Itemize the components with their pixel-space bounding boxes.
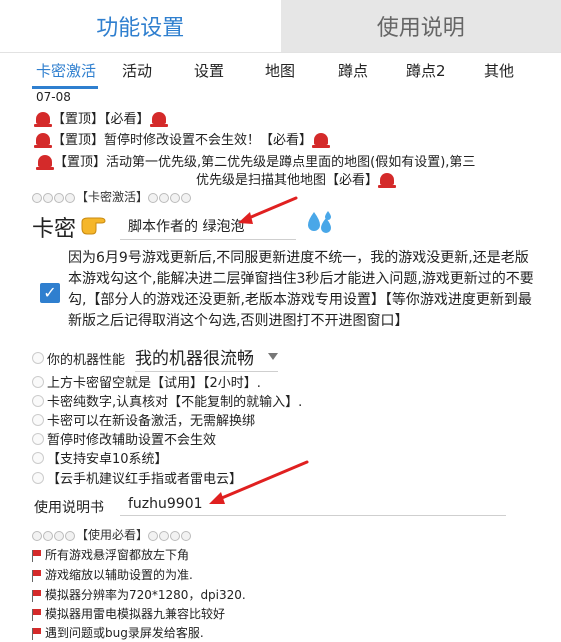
radio-icon <box>32 471 44 484</box>
performance-label: 你的机器性能 <box>47 352 126 368</box>
notice-text-3b: 优先级是扫描其他地图【必看】 <box>196 173 379 188</box>
tip-row: 卡密可以在新设备激活，无需解换绑 <box>32 410 255 429</box>
alarm-icon <box>312 133 331 148</box>
must-read-item: 遇到问题或bug录屏发给客服. <box>32 624 204 641</box>
notice-line-2: 【置顶】暂停时修改设置不会生效！【必看】 <box>34 129 331 148</box>
tip-row: 暂停时修改辅助设置不会生效 <box>32 429 216 448</box>
card-key-value: 脚本作者的 绿泡泡 <box>128 219 245 235</box>
tip-text: 卡密纯数字,认真核对【不能复制的就输入】. <box>47 395 303 410</box>
must-read-item: 所有游戏悬浮窗都放左下角 <box>32 546 189 563</box>
decor-dots-icon <box>32 529 76 543</box>
chevron-down-icon <box>268 353 279 360</box>
must-read-text: 所有游戏悬浮窗都放左下角 <box>45 548 190 562</box>
must-read-item: 模拟器分辨率为720*1280，dpi320. <box>32 586 246 603</box>
subtab-settings[interactable]: 设置 <box>194 60 224 81</box>
must-read-item: 模拟器用雷电模拟器九兼容比较好 <box>32 605 225 622</box>
radio-icon <box>32 352 44 364</box>
radio-icon <box>32 413 44 426</box>
must-read-text: 遇到问题或bug录屏发给客服. <box>45 626 204 640</box>
tab-divider <box>0 52 561 53</box>
must-read-text: 模拟器用雷电模拟器九兼容比较好 <box>45 607 226 621</box>
tip-row: 【云手机建议红手指或者雷电云】 <box>32 468 242 487</box>
alarm-icon <box>378 173 397 188</box>
manual-value: fuzhu9901 <box>128 496 203 512</box>
performance-row: 你的机器性能 我的机器很流畅 <box>32 344 279 372</box>
pointing-hand-icon <box>81 217 106 235</box>
alarm-icon <box>34 133 52 148</box>
megaphone-icon <box>32 608 42 621</box>
performance-value: 我的机器很流畅 <box>135 349 255 369</box>
subtab-camp[interactable]: 蹲点 <box>338 60 368 81</box>
tip-text: 暂停时修改辅助设置不会生效 <box>47 433 217 448</box>
performance-select[interactable]: 我的机器很流畅 <box>135 344 279 372</box>
water-drops-icon <box>308 211 331 233</box>
radio-icon <box>32 375 44 388</box>
megaphone-icon <box>32 589 42 602</box>
section-must-read: 【使用必看】 <box>32 526 192 543</box>
alarm-icon <box>149 112 168 127</box>
manual-label: 使用说明书 <box>34 500 104 516</box>
alarm-icon <box>34 112 52 127</box>
subtab-map[interactable]: 地图 <box>265 60 295 81</box>
megaphone-icon <box>32 569 42 582</box>
section-card-activation: 【卡密激活】 <box>32 188 192 205</box>
notice-date: 07-08 <box>36 90 71 104</box>
notice-text-1: 【置顶】【必看】 <box>52 112 150 127</box>
tip-text: 卡密可以在新设备激活，无需解换绑 <box>47 414 256 429</box>
tip-row: 【支持安卓10系统】 <box>32 448 168 467</box>
section-must-read-title: 【使用必看】 <box>76 528 149 542</box>
tip-text: 【支持安卓10系统】 <box>47 452 168 467</box>
notice-line-3: 【置顶】活动第一优先级,第二优先级是蹲点里面的地图(假如有设置),第三 <box>36 151 475 170</box>
radio-icon <box>32 394 44 407</box>
section-card-activation-title: 【卡密激活】 <box>76 190 149 204</box>
must-read-text: 游戏缩放以辅助设置的为准. <box>45 568 193 582</box>
tab-features[interactable]: 功能设置 <box>0 0 281 52</box>
notice-line-3-cont: 优先级是扫描其他地图【必看】 <box>196 169 397 188</box>
subtab-activity[interactable]: 活动 <box>122 60 152 81</box>
subtab-card-activation[interactable]: 卡密激活 <box>36 60 96 81</box>
old-version-checkbox[interactable]: ✓ <box>40 283 60 303</box>
active-subtab-indicator <box>32 86 98 89</box>
decor-dots-icon <box>148 529 192 543</box>
megaphone-icon <box>32 627 42 640</box>
decor-dots-icon <box>32 191 76 205</box>
must-read-text: 模拟器分辨率为720*1280，dpi320. <box>45 588 246 602</box>
megaphone-icon <box>32 549 42 562</box>
decor-dots-icon <box>148 191 192 205</box>
radio-icon <box>32 451 44 464</box>
subtab-other[interactable]: 其他 <box>484 60 514 81</box>
alarm-icon <box>36 155 54 170</box>
tip-row: 上方卡密留空就是【试用】【2小时】. <box>32 372 261 391</box>
tip-text: 【云手机建议红手指或者雷电云】 <box>47 472 243 487</box>
radio-icon <box>32 432 44 445</box>
subtab-camp2[interactable]: 蹲点2 <box>406 60 446 81</box>
notice-text-2: 【置顶】暂停时修改设置不会生效！【必看】 <box>52 133 313 148</box>
must-read-item: 游戏缩放以辅助设置的为准. <box>32 566 193 583</box>
notice-line-1: 【置顶】【必看】 <box>34 108 168 127</box>
old-version-option-text: 因为6月9号游戏更新后,不同服更新进度不统一，我的游戏没更新,还是老版本游戏勾这… <box>68 250 534 329</box>
top-tab-bar: 功能设置 使用说明 <box>0 0 561 52</box>
card-label: 卡密 <box>32 217 77 242</box>
manual-input[interactable]: fuzhu9901 <box>120 496 506 516</box>
card-key-input[interactable]: 脚本作者的 绿泡泡 <box>120 216 296 240</box>
tip-text: 上方卡密留空就是【试用】【2小时】. <box>47 376 261 391</box>
notice-text-3a: 【置顶】活动第一优先级,第二优先级是蹲点里面的地图(假如有设置),第三 <box>54 155 476 170</box>
tab-instructions[interactable]: 使用说明 <box>280 0 561 52</box>
tip-row: 卡密纯数字,认真核对【不能复制的就输入】. <box>32 391 302 410</box>
